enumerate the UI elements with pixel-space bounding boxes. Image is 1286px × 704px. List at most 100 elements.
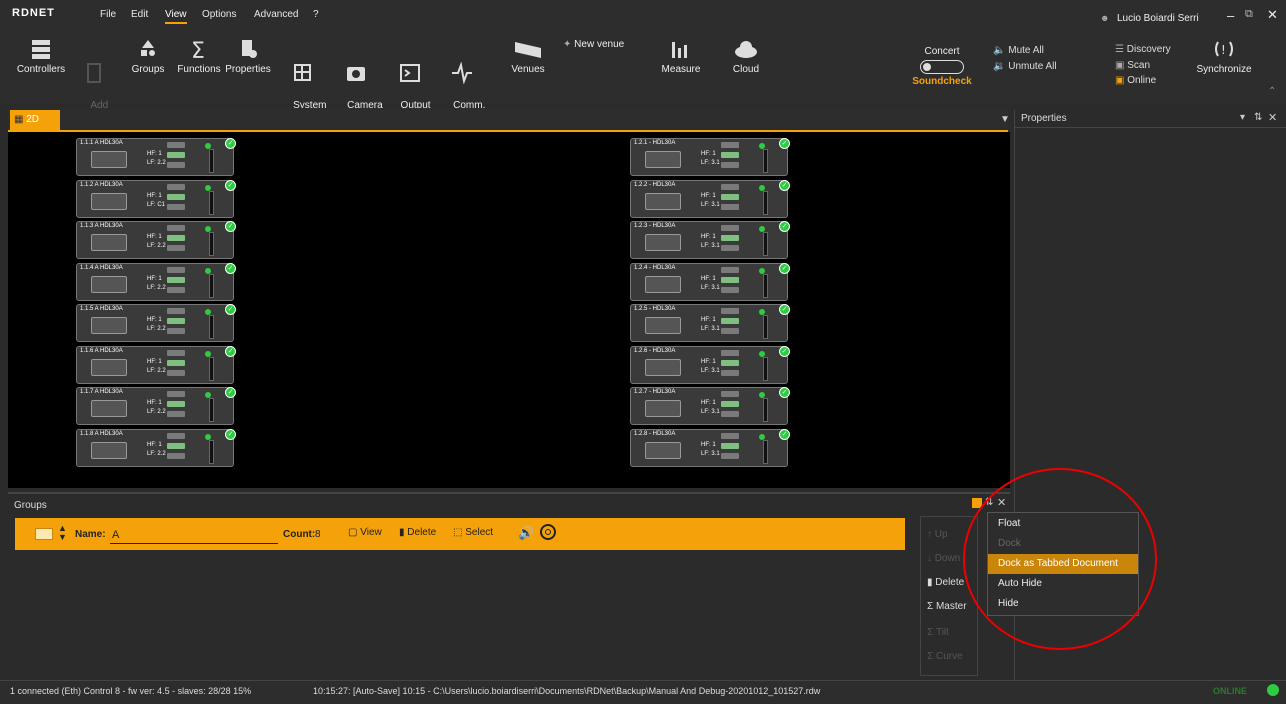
delete-button[interactable]: ▮ Delete: [399, 527, 436, 538]
minimize-icon[interactable]: –: [1227, 8, 1234, 23]
close-icon[interactable]: ✕: [1267, 7, 1278, 23]
device-menu-button[interactable]: [721, 391, 739, 397]
device-eq-button[interactable]: [167, 162, 185, 168]
device-eq-button[interactable]: [721, 162, 739, 168]
collapse-ribbon-icon[interactable]: ⌃: [1268, 86, 1276, 97]
device-mute-button[interactable]: [721, 359, 739, 366]
device-menu-button[interactable]: [721, 183, 739, 190]
device-card[interactable]: 1.2.3 - HDL30A HF: 1 LF: 3.1 ✓: [630, 221, 790, 259]
device-mute-button[interactable]: [167, 152, 185, 158]
select-button[interactable]: ⬚ Select: [453, 527, 493, 538]
menu-advanced[interactable]: Advanced: [254, 9, 298, 20]
view-button[interactable]: ▢ View: [348, 527, 382, 538]
device-mute-button[interactable]: [167, 442, 185, 449]
device-eq-button[interactable]: [167, 328, 185, 334]
device-mute-button[interactable]: [721, 152, 739, 158]
device-card[interactable]: 1.1.5 A HDL30A HF: 1 LF: 2.2 ✓: [76, 304, 236, 342]
device-mute-button[interactable]: [721, 318, 739, 324]
device-eq-button[interactable]: [721, 286, 739, 293]
device-menu-button[interactable]: [721, 308, 739, 314]
new-venue-button[interactable]: ✦ New venue: [563, 39, 624, 50]
group-color-swatch[interactable]: [35, 528, 53, 540]
menu-options[interactable]: Options: [202, 9, 236, 20]
master-button[interactable]: Σ Master: [927, 601, 967, 612]
canvas-2d[interactable]: 1.1.1 A HDL30A HF: 1 LF: 2.2 ✓ 1.1.2 A HDL30…: [8, 132, 1010, 488]
device-card[interactable]: 1.2.6 - HDL30A HF: 1 LF: 3.1 ✓: [630, 345, 790, 384]
device-eq-button[interactable]: [167, 203, 185, 210]
down-button[interactable]: ↓ Down: [927, 553, 960, 564]
device-card[interactable]: 1.1.6 A HDL30A HF: 1 LF: 2.2 ✓: [76, 345, 236, 384]
pin-icon[interactable]: ⇅: [1254, 112, 1262, 123]
group-spinner-icon[interactable]: ▲ ▼: [58, 524, 67, 542]
soundcheck-toggle[interactable]: Concert Soundcheck: [910, 46, 974, 88]
venues-button[interactable]: Venues: [506, 38, 550, 76]
device-card[interactable]: 1.2.2 - HDL30A HF: 1 LF: 3.1 ✓: [630, 179, 790, 218]
device-menu-button[interactable]: [167, 308, 185, 314]
device-menu-button[interactable]: [167, 391, 185, 397]
device-mute-button[interactable]: [167, 276, 185, 283]
device-menu-button[interactable]: [721, 266, 739, 273]
device-menu-button[interactable]: [721, 432, 739, 439]
device-card[interactable]: 1.1.8 A HDL30A HF: 1 LF: 2.2 ✓: [76, 428, 236, 467]
controllers-button[interactable]: Controllers: [16, 38, 66, 76]
device-menu-button[interactable]: [167, 183, 185, 190]
device-menu-button[interactable]: [721, 142, 739, 148]
device-eq-button[interactable]: [167, 452, 185, 459]
device-card[interactable]: 1.1.4 A HDL30A HF: 1 LF: 2.2 ✓: [76, 262, 236, 301]
measure-button[interactable]: Measure: [660, 38, 702, 76]
scan-button[interactable]: ▣ Scan: [1115, 60, 1150, 71]
tab-2d[interactable]: ▦ 2D: [10, 110, 60, 130]
device-mute-button[interactable]: [167, 318, 185, 324]
groups-button[interactable]: Groups: [130, 38, 166, 76]
device-card[interactable]: 1.2.8 - HDL30A HF: 1 LF: 3.1 ✓: [630, 428, 790, 467]
user-name[interactable]: Lucio Boiardi Serri: [1117, 13, 1199, 24]
device-mute-button[interactable]: [167, 359, 185, 366]
device-menu-button[interactable]: [721, 349, 739, 356]
device-card[interactable]: 1.2.5 - HDL30A HF: 1 LF: 3.1 ✓: [630, 304, 790, 342]
device-eq-button[interactable]: [167, 369, 185, 376]
device-card[interactable]: 1.1.3 A HDL30A HF: 1 LF: 2.2 ✓: [76, 221, 236, 259]
device-mute-button[interactable]: [167, 193, 185, 200]
device-mute-button[interactable]: [167, 401, 185, 407]
device-mute-button[interactable]: [721, 442, 739, 449]
device-menu-button[interactable]: [167, 225, 185, 231]
mute-all-button[interactable]: 🔈 Mute All: [993, 45, 1044, 56]
unmute-all-button[interactable]: 🔉 Unmute All: [993, 61, 1057, 72]
up-button[interactable]: ↑ Up: [927, 529, 948, 540]
device-menu-button[interactable]: [721, 225, 739, 231]
panel-close-icon[interactable]: ✕: [1268, 111, 1277, 124]
device-menu-button[interactable]: [167, 142, 185, 148]
device-card[interactable]: 1.2.7 - HDL30A HF: 1 LF: 3.1 ✓: [630, 387, 790, 425]
target-icon[interactable]: [540, 524, 556, 540]
device-mute-button[interactable]: [721, 235, 739, 241]
device-menu-button[interactable]: [167, 432, 185, 439]
device-mute-button[interactable]: [721, 276, 739, 283]
device-mute-button[interactable]: [167, 235, 185, 241]
menu-edit[interactable]: Edit: [131, 9, 148, 20]
cloud-button[interactable]: Cloud: [728, 38, 764, 76]
device-eq-button[interactable]: [167, 245, 185, 251]
properties-button[interactable]: Properties: [225, 38, 271, 76]
device-menu-button[interactable]: [167, 266, 185, 273]
restore-icon[interactable]: ⧉: [1245, 8, 1253, 21]
device-eq-button[interactable]: [721, 203, 739, 210]
menu-view[interactable]: View: [165, 9, 187, 24]
tilt-button[interactable]: Σ Tilt: [927, 627, 949, 638]
device-card[interactable]: 1.2.1 - HDL30A HF: 1 LF: 3.1 ✓: [630, 138, 790, 176]
curve-button[interactable]: Σ Curve: [927, 651, 963, 662]
device-eq-button[interactable]: [167, 411, 185, 417]
device-eq-button[interactable]: [721, 411, 739, 417]
discovery-button[interactable]: ☰ Discovery: [1115, 44, 1171, 55]
group-name-input[interactable]: A: [110, 526, 278, 544]
device-menu-button[interactable]: [167, 349, 185, 356]
device-eq-button[interactable]: [167, 286, 185, 293]
device-eq-button[interactable]: [721, 369, 739, 376]
device-card[interactable]: 1.1.7 A HDL30A HF: 1 LF: 2.2 ✓: [76, 387, 236, 425]
side-delete-button[interactable]: ▮ Delete: [927, 577, 964, 588]
device-eq-button[interactable]: [721, 245, 739, 251]
device-eq-button[interactable]: [721, 452, 739, 459]
device-mute-button[interactable]: [721, 193, 739, 200]
device-mute-button[interactable]: [721, 401, 739, 407]
synchronize-button[interactable]: ! Synchronize: [1196, 38, 1252, 76]
tab-dropdown-icon[interactable]: ▼: [1000, 114, 1010, 125]
